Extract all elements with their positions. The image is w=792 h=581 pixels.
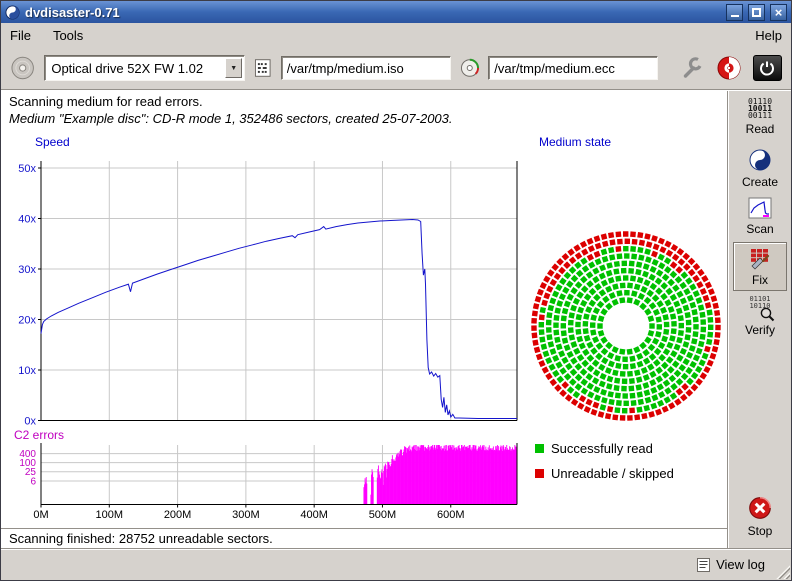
close-icon: ×: [775, 5, 783, 20]
scan-button-label: Scan: [746, 222, 773, 236]
legend-item-unreadable: Unreadable / skipped: [535, 466, 674, 481]
legend-label-unreadable: Unreadable / skipped: [551, 466, 674, 481]
chevron-down-icon: ▼: [225, 58, 242, 78]
scan-button[interactable]: Scan: [733, 192, 787, 240]
magnifier-icon: [760, 307, 775, 322]
iso-path-input[interactable]: [281, 56, 451, 80]
quit-button[interactable]: [753, 55, 782, 81]
content-row: Scanning medium for read errors. Medium …: [1, 91, 791, 548]
read-button-label: Read: [746, 122, 775, 136]
stop-icon: [747, 495, 773, 521]
maximize-icon: [752, 8, 761, 17]
charts-svg: 0x10x20x30x40x50x6251004000M100M200M300M…: [1, 149, 531, 525]
medium-state-legend: Successfully read Unreadable / skipped: [535, 441, 674, 481]
menu-file[interactable]: File: [10, 28, 31, 43]
verify-button[interactable]: 01101 10110 Verify: [733, 291, 787, 341]
legend-swatch: [535, 444, 544, 453]
svg-text:20x: 20x: [18, 315, 36, 327]
svg-text:400M: 400M: [300, 509, 328, 521]
svg-text:0x: 0x: [24, 416, 36, 428]
svg-text:30x: 30x: [18, 264, 36, 276]
svg-text:0M: 0M: [33, 509, 48, 521]
toolbar: Optical drive 52X FW 1.02 ▼: [1, 47, 791, 89]
speed-chart-title: Speed: [35, 135, 70, 149]
maximize-button[interactable]: [748, 4, 765, 21]
ecc-path-input[interactable]: [488, 56, 658, 80]
menubar: File Tools Help: [1, 23, 791, 47]
medium-state-title: Medium state: [539, 135, 611, 149]
wrench-icon: [678, 55, 704, 81]
app-window: dvdisaster-0.71 × File Tools Help Optica…: [0, 0, 792, 581]
svg-text:500M: 500M: [369, 509, 397, 521]
create-button-label: Create: [742, 175, 778, 189]
status-message: Scanning medium for read errors.: [9, 94, 203, 109]
read-icon: 01110 10011 00111: [748, 98, 772, 119]
svg-text:200M: 200M: [164, 509, 192, 521]
app-icon: [5, 5, 20, 20]
medium-info: Medium "Example disc": CD-R mode 1, 3524…: [9, 111, 453, 126]
log-icon: [697, 558, 710, 572]
statusbar: View log: [1, 548, 791, 580]
fix-button-label: Fix: [752, 273, 768, 287]
legend-item-success: Successfully read: [535, 441, 674, 456]
scan-result-status: Scanning finished: 28752 unreadable sect…: [1, 528, 727, 548]
view-log-button[interactable]: View log: [697, 557, 765, 572]
svg-text:600M: 600M: [437, 509, 465, 521]
medium-state-disc: [528, 226, 724, 430]
svg-text:300M: 300M: [232, 509, 260, 521]
svg-text:50x: 50x: [18, 163, 36, 175]
read-button[interactable]: 01110 10011 00111 Read: [733, 93, 787, 140]
svg-text:40x: 40x: [18, 214, 36, 226]
create-button[interactable]: Create: [733, 143, 787, 193]
titlebar: dvdisaster-0.71 ×: [1, 1, 791, 23]
svg-text:100M: 100M: [96, 509, 124, 521]
close-button[interactable]: ×: [770, 4, 787, 21]
verify-button-label: Verify: [745, 323, 775, 337]
svg-text:10x: 10x: [18, 365, 36, 377]
svg-text:C2 errors: C2 errors: [14, 428, 64, 442]
stop-button-label: Stop: [748, 524, 773, 538]
verify-icon: 01101 10110: [743, 296, 777, 320]
view-log-label: View log: [716, 557, 765, 572]
action-sidebar: 01110 10011 00111 Read Create: [727, 91, 791, 548]
legend-label-success: Successfully read: [551, 441, 653, 456]
drive-select-value: Optical drive 52X FW 1.02: [45, 61, 225, 76]
minimize-button[interactable]: [726, 4, 743, 21]
menu-help[interactable]: Help: [755, 28, 782, 43]
menu-tools[interactable]: Tools: [53, 28, 83, 43]
resize-grip[interactable]: [776, 565, 790, 579]
svg-text:400: 400: [19, 449, 36, 460]
stop-button[interactable]: Stop: [733, 490, 787, 542]
legend-swatch: [535, 469, 544, 478]
logo-button[interactable]: [714, 53, 743, 83]
iso-file-icon: [254, 58, 272, 78]
scan-chart-icon: [748, 197, 772, 219]
main-area: Scanning medium for read errors. Medium …: [1, 91, 727, 548]
preferences-button[interactable]: [676, 53, 705, 83]
optical-drive-icon: [10, 55, 35, 81]
dvdisaster-logo-icon: [716, 55, 742, 81]
yin-yang-icon: [748, 148, 772, 172]
power-icon: [758, 59, 776, 77]
window-title: dvdisaster-0.71: [25, 5, 721, 20]
ecc-file-icon: [460, 58, 480, 78]
minimize-icon: [731, 15, 739, 17]
fix-button[interactable]: Fix: [733, 242, 787, 291]
drive-select[interactable]: Optical drive 52X FW 1.02 ▼: [44, 55, 245, 81]
fix-icon: [749, 247, 771, 270]
